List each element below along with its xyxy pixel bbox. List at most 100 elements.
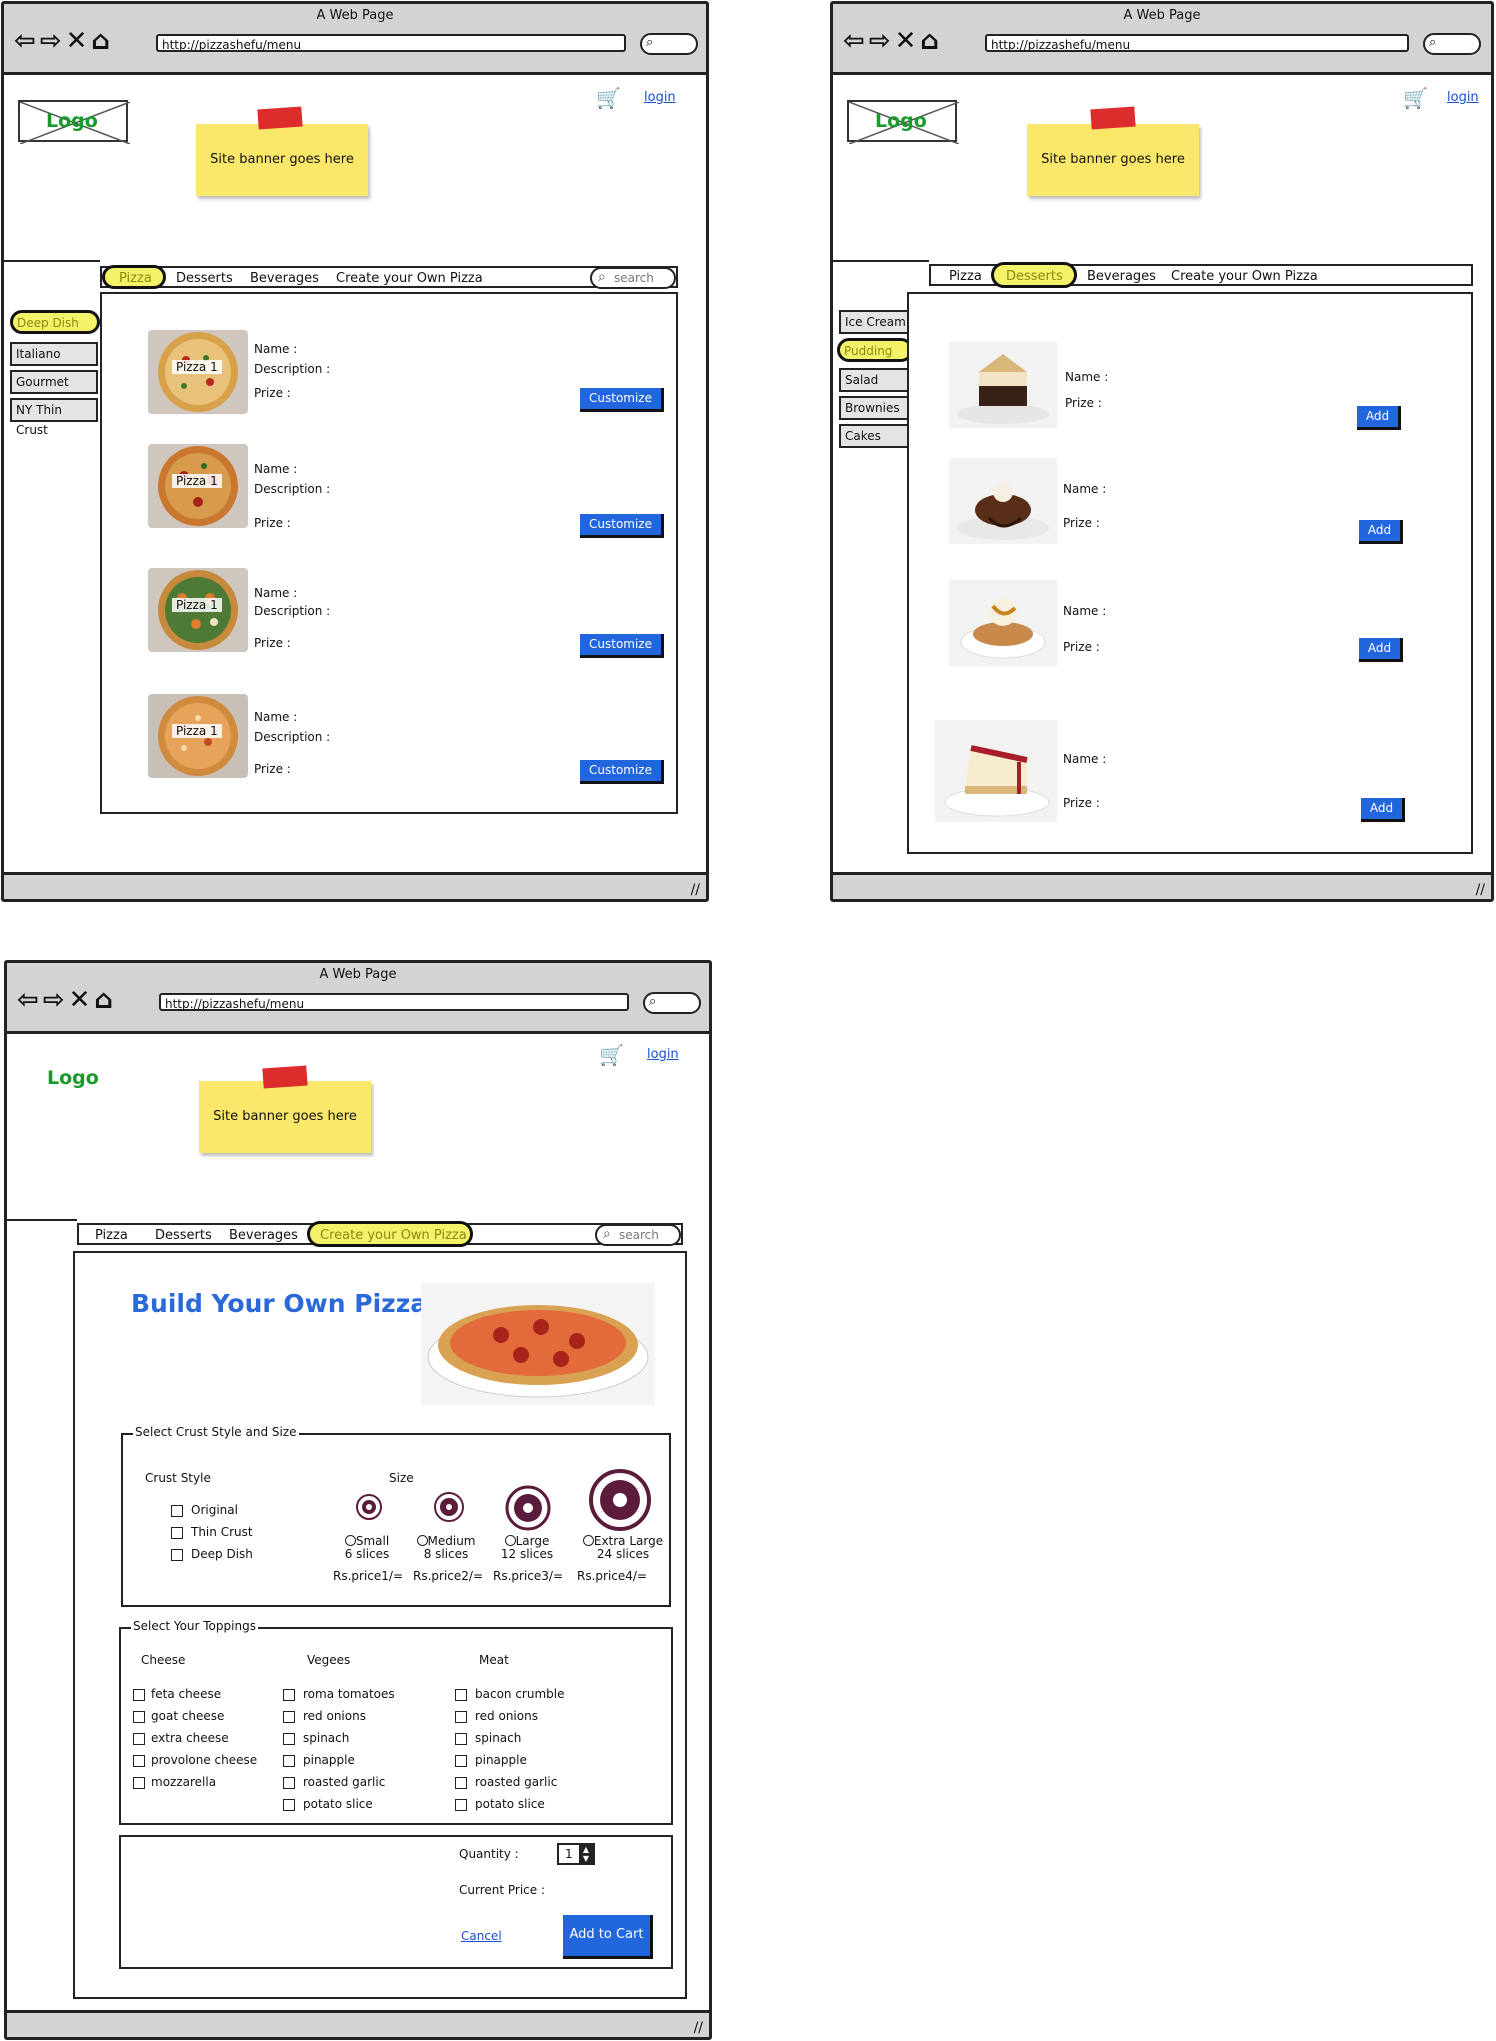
- quantity-stepper[interactable]: 1 ▲ ▼: [557, 1843, 595, 1865]
- cart-icon[interactable]: 🛒: [596, 86, 621, 110]
- add-button[interactable]: Add: [1361, 798, 1405, 822]
- browser-nav-icons[interactable]: ⇦⇨✕⌂: [17, 985, 117, 1015]
- topping-checkbox[interactable]: [455, 1799, 467, 1811]
- browser-nav-icons[interactable]: ⇦⇨✕⌂: [843, 26, 943, 56]
- resize-grip-icon[interactable]: //: [691, 882, 700, 898]
- url-bar[interactable]: http://pizzashefu/menu: [985, 34, 1409, 52]
- menu-item-pizza[interactable]: Pizza: [95, 1228, 128, 1243]
- topping-checkbox[interactable]: [283, 1733, 295, 1745]
- topping-checkbox[interactable]: [455, 1711, 467, 1723]
- menu-item-beverages[interactable]: Beverages: [250, 271, 319, 286]
- topping-checkbox[interactable]: [283, 1799, 295, 1811]
- menu-search-input[interactable]: search: [595, 1224, 681, 1246]
- browser-window-build-pizza: A Web Page ⇦⇨✕⌂ http://pizzashefu/menu ⌕…: [4, 960, 712, 2040]
- menu-item-desserts-highlight[interactable]: Desserts: [991, 262, 1077, 288]
- topping-checkbox[interactable]: [283, 1755, 295, 1767]
- topping-checkbox[interactable]: [455, 1733, 467, 1745]
- size-slices: 6 slices: [344, 1547, 390, 1561]
- size-large-option[interactable]: Large 12 slices: [497, 1535, 557, 1561]
- header-divider: [833, 260, 929, 262]
- size-medium-option[interactable]: Medium 8 slices: [413, 1535, 479, 1561]
- customize-button[interactable]: Customize: [580, 634, 664, 658]
- topping-label: bacon crumble: [475, 1687, 565, 1701]
- browser-search-box[interactable]: ⌕: [1423, 33, 1481, 55]
- topping-checkbox[interactable]: [133, 1711, 145, 1723]
- crust-original-checkbox[interactable]: [171, 1505, 183, 1517]
- crust-style-heading: Crust Style: [145, 1471, 211, 1485]
- topping-checkbox[interactable]: [283, 1711, 295, 1723]
- size-medium-radio[interactable]: [416, 1535, 428, 1546]
- cancel-link[interactable]: Cancel: [461, 1929, 502, 1943]
- topping-checkbox[interactable]: [283, 1689, 295, 1701]
- sidebar-item-deep-dish[interactable]: Deep Dish: [10, 310, 100, 334]
- menu-item-beverages[interactable]: Beverages: [229, 1228, 298, 1243]
- menu-item-pizza-highlight[interactable]: Pizza: [102, 265, 166, 289]
- header-divider: [7, 1219, 77, 1221]
- size-extra-large-option[interactable]: Extra Large 24 slices: [577, 1535, 669, 1561]
- pizza-hero-image: [421, 1283, 655, 1405]
- logo-text: Logo: [875, 110, 927, 132]
- topping-checkbox[interactable]: [283, 1777, 295, 1789]
- sidebar-item-gourmet[interactable]: Gourmet: [10, 370, 98, 394]
- browser-search-box[interactable]: ⌕: [643, 992, 701, 1014]
- crust-thin-checkbox[interactable]: [171, 1527, 183, 1539]
- topping-checkbox[interactable]: [133, 1777, 145, 1789]
- add-to-cart-button[interactable]: Add to Cart: [563, 1915, 653, 1959]
- browser-search-box[interactable]: ⌕: [640, 33, 698, 55]
- url-bar[interactable]: http://pizzashefu/menu: [156, 34, 626, 52]
- resize-grip-icon[interactable]: //: [694, 2020, 703, 2036]
- topping-checkbox[interactable]: [133, 1755, 145, 1767]
- add-button[interactable]: Add: [1359, 638, 1403, 662]
- customize-button[interactable]: Customize: [580, 760, 664, 784]
- resize-grip-icon[interactable]: //: [1476, 882, 1485, 898]
- browser-window-pizza: A Web Page ⇦⇨✕⌂ http://pizzashefu/menu ⌕…: [1, 1, 709, 902]
- browser-nav-icons[interactable]: ⇦⇨✕⌂: [14, 26, 114, 56]
- banner-text: Site banner goes here: [1041, 152, 1185, 167]
- menu-item-beverages[interactable]: Beverages: [1087, 269, 1156, 284]
- sidebar-item-italiano[interactable]: Italiano: [10, 342, 98, 366]
- sidebar-item-ice-cream[interactable]: Ice Cream: [839, 310, 909, 334]
- sidebar-item-pudding[interactable]: Pudding: [837, 338, 913, 362]
- login-link[interactable]: login: [1447, 90, 1479, 105]
- crust-option-label: Thin Crust: [191, 1525, 253, 1539]
- topping-label: feta cheese: [151, 1687, 222, 1701]
- topping-checkbox[interactable]: [455, 1777, 467, 1789]
- quantity-label: Quantity :: [459, 1847, 519, 1861]
- sidebar-item-salad[interactable]: Salad: [839, 368, 909, 392]
- menu-item-desserts[interactable]: Desserts: [155, 1228, 212, 1243]
- menu-item-pizza[interactable]: Pizza: [949, 269, 982, 284]
- customize-button[interactable]: Customize: [580, 388, 664, 412]
- pizza-description-label: Description :: [254, 604, 331, 618]
- size-name: Small: [355, 1534, 390, 1548]
- menu-search-input[interactable]: search: [590, 267, 676, 289]
- url-bar[interactable]: http://pizzashefu/menu: [159, 993, 629, 1011]
- crust-option-label: Original: [191, 1503, 238, 1517]
- menu-item-create-pizza[interactable]: Create your Own Pizza: [336, 271, 483, 286]
- size-large-radio[interactable]: [504, 1535, 516, 1546]
- cart-icon[interactable]: 🛒: [599, 1043, 624, 1067]
- topping-label: provolone cheese: [151, 1753, 258, 1767]
- sidebar-item-brownies[interactable]: Brownies: [839, 396, 909, 420]
- menu-item-create-pizza-highlight[interactable]: Create your Own Pizza: [307, 1221, 473, 1247]
- add-button[interactable]: Add: [1357, 406, 1401, 430]
- menu-item-desserts[interactable]: Desserts: [176, 271, 233, 286]
- menu-item-create-pizza[interactable]: Create your Own Pizza: [1171, 269, 1318, 284]
- sidebar-item-ny-thin-crust[interactable]: NY Thin Crust: [10, 398, 98, 437]
- add-button[interactable]: Add: [1359, 520, 1403, 544]
- cart-icon[interactable]: 🛒: [1403, 86, 1428, 110]
- topping-label: roasted garlic: [303, 1775, 386, 1789]
- topping-checkbox[interactable]: [133, 1733, 145, 1745]
- login-link[interactable]: login: [647, 1047, 679, 1062]
- crust-deep-dish-checkbox[interactable]: [171, 1549, 183, 1561]
- size-small-option[interactable]: Small 6 slices: [337, 1535, 397, 1561]
- dessert-image: [949, 458, 1057, 544]
- topping-checkbox[interactable]: [455, 1755, 467, 1767]
- stepper-arrows-icon[interactable]: ▲ ▼: [579, 1845, 593, 1863]
- sidebar-item-cakes[interactable]: Cakes: [839, 424, 909, 448]
- size-small-radio[interactable]: [344, 1535, 356, 1546]
- topping-checkbox[interactable]: [455, 1689, 467, 1701]
- login-link[interactable]: login: [644, 90, 676, 105]
- topping-checkbox[interactable]: [133, 1689, 145, 1701]
- size-extra-large-radio[interactable]: [582, 1535, 594, 1546]
- customize-button[interactable]: Customize: [580, 514, 664, 538]
